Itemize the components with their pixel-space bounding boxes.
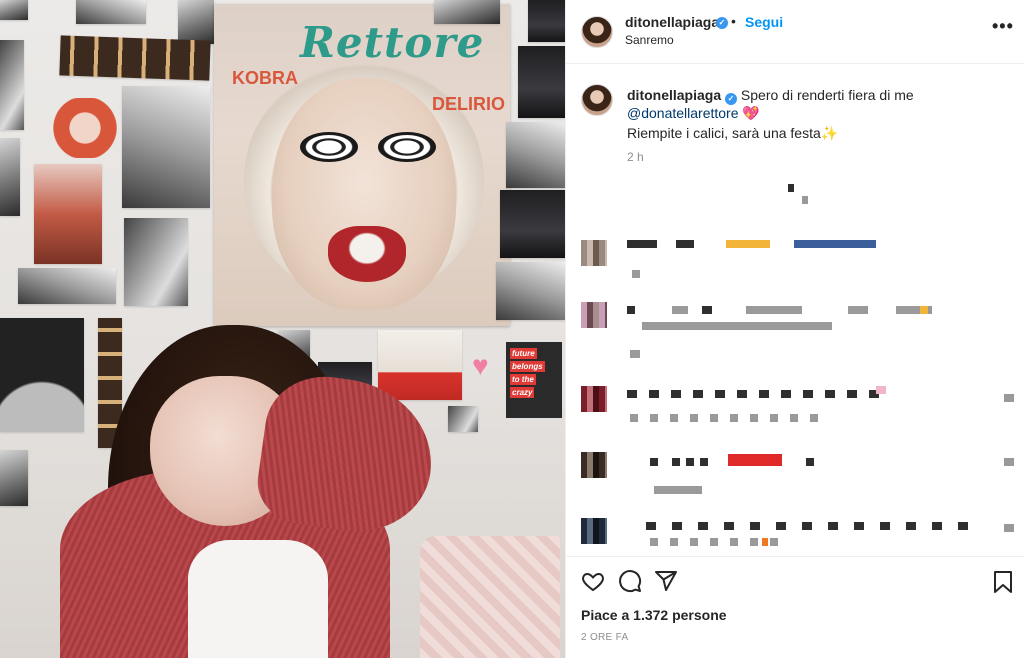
pillow (420, 536, 560, 658)
heart-emoji-icon: 💖 (742, 105, 760, 121)
caption-avatar[interactable] (581, 84, 613, 116)
future-sign: future belongs to the crazy (506, 342, 562, 418)
obscured-text (1004, 394, 1014, 402)
verified-badge-icon: ✓ (716, 17, 728, 29)
future-sign-text: future (510, 348, 537, 359)
obscured-text (627, 390, 887, 398)
obscured-text (650, 458, 658, 466)
more-options-icon[interactable]: ••• (992, 16, 1014, 37)
caption-username[interactable]: ditonellapiaga (627, 87, 721, 103)
poster-left-text: KOBRA (232, 68, 298, 88)
heart-outline-icon[interactable] (580, 569, 606, 593)
post-timestamp[interactable]: 2 ORE FA (581, 632, 628, 643)
obscured-text (802, 196, 808, 204)
future-sign-text: crazy (510, 387, 535, 398)
poster-eye (378, 132, 436, 162)
avatar[interactable] (581, 16, 613, 48)
caption-mention[interactable]: @donatellarettore (627, 105, 739, 121)
obscured-text (650, 538, 790, 546)
post-caption: ditonellapiaga ✓ Spero di renderti fiera… (627, 86, 1011, 142)
poster-title: Rettore (300, 18, 485, 67)
obscured-text (627, 240, 657, 248)
wall-photo (378, 330, 462, 400)
speech-bubble-icon[interactable] (617, 569, 643, 593)
obscured-text (794, 240, 876, 248)
obscured-text (728, 454, 782, 466)
poster-eye (300, 132, 358, 162)
comment-avatar[interactable] (581, 452, 607, 478)
wall-photo (448, 406, 478, 432)
obscured-text (702, 306, 712, 314)
obscured-text (672, 458, 708, 466)
obscured-text (726, 240, 770, 248)
wall-photo (34, 164, 102, 264)
obscured-text (630, 414, 830, 422)
post-photo[interactable]: Rettore KOBRA DELIRIO ♥ future belongs t… (0, 0, 565, 658)
username-link[interactable]: ditonellapiaga (625, 14, 719, 30)
obscured-text (746, 306, 802, 314)
rettore-poster: Rettore KOBRA DELIRIO (214, 4, 510, 326)
obscured-text (848, 306, 868, 314)
post-header: ditonellapiaga ✓ • Segui Sanremo ••• (566, 0, 1024, 64)
future-sign-text: to the (510, 374, 536, 385)
obscured-text (642, 322, 832, 330)
post-panel: ditonellapiaga ✓ • Segui Sanremo ••• dit… (565, 0, 1024, 658)
obscured-text (1004, 524, 1014, 532)
action-bar: Piace a 1.372 persone 2 ORE FA (566, 556, 1024, 658)
follow-button[interactable]: Segui (745, 14, 783, 30)
comment-avatar[interactable] (581, 386, 607, 412)
white-top (188, 540, 328, 658)
future-sign-text: belongs (510, 361, 545, 372)
wall-photo (434, 0, 500, 24)
bookmark-icon[interactable] (991, 569, 1015, 595)
obscured-text (632, 270, 640, 278)
obscured-text (676, 240, 694, 248)
verified-badge-icon: ✓ (725, 93, 738, 105)
obscured-text (654, 486, 702, 494)
comment-avatar[interactable] (581, 240, 607, 266)
wall-photo (0, 40, 24, 130)
obscured-text (920, 306, 928, 314)
wall-photo (52, 98, 118, 158)
separator-dot: • (731, 13, 736, 29)
heart-sticker-icon: ♥ (472, 350, 489, 381)
obscured-text (672, 306, 688, 314)
wall-photo (0, 318, 84, 432)
obscured-text (806, 458, 814, 466)
paper-plane-icon[interactable] (653, 569, 679, 593)
wall-photo (0, 0, 28, 20)
wall-photo (122, 86, 210, 208)
wall-photo (500, 190, 565, 258)
wall-photo (518, 46, 565, 118)
poster-mouth (328, 226, 406, 282)
poster-right-text: DELIRIO (432, 94, 506, 114)
caption-timestamp[interactable]: 2 h (627, 150, 644, 164)
wall-photo (496, 262, 565, 320)
obscured-text (627, 306, 635, 314)
caption-line-2: Riempite i calici, sarà una festa✨ (627, 124, 1011, 142)
obscured-text (788, 184, 794, 192)
wall-photo (18, 268, 116, 304)
wall-photo (0, 138, 20, 216)
obscured-text (1004, 458, 1014, 466)
comment-avatar[interactable] (581, 518, 607, 544)
sparkles-emoji-icon: ✨ (820, 125, 839, 141)
wall-photo (178, 0, 214, 44)
obscured-text (646, 522, 976, 530)
obscured-text (630, 350, 640, 358)
wall-photo (528, 0, 565, 42)
wall-photo (0, 450, 28, 506)
film-strip (59, 35, 211, 81)
likes-count[interactable]: Piace a 1.372 persone (581, 607, 727, 623)
caption-text: Spero di renderti fiera di me (740, 87, 914, 103)
wall-photo (124, 218, 188, 306)
location-link[interactable]: Sanremo (625, 33, 674, 47)
wall-photo (506, 122, 565, 188)
obscured-text (762, 538, 768, 546)
obscured-text (876, 386, 886, 394)
caption-text-2: Riempite i calici, sarà una festa (627, 125, 821, 141)
wall-photo (76, 0, 146, 24)
comment-avatar[interactable] (581, 302, 607, 328)
